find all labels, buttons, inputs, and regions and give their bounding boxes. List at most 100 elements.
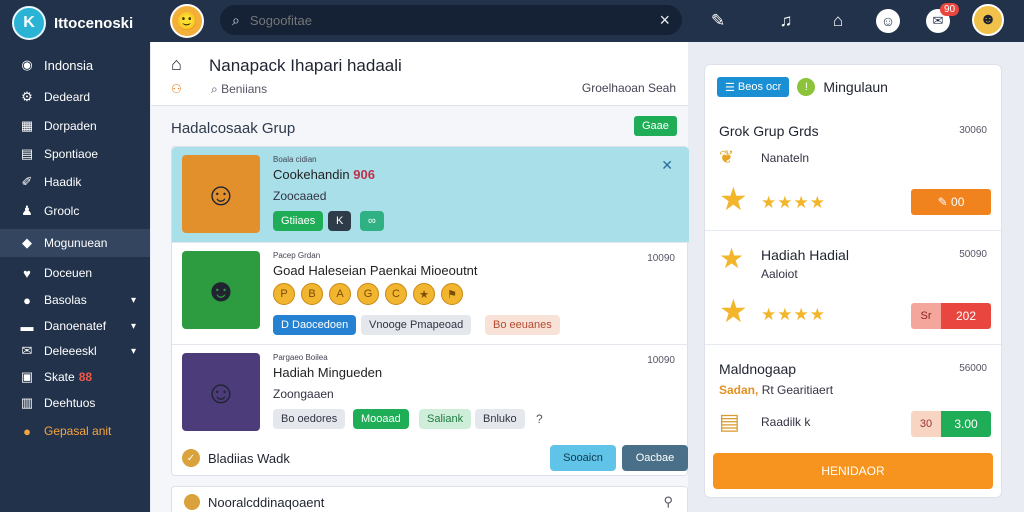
pin-icon: ✐ [21, 174, 33, 189]
rewards-chip-label: Beos ocr [737, 81, 782, 93]
sidebar-item-haadik[interactable]: ✐ Haadik [0, 169, 150, 195]
bottom-card[interactable]: Nooralcddinaqoaent ⚲ [171, 486, 688, 512]
sidebar-item-label: Deleeeskl [44, 344, 97, 358]
card-tag[interactable]: Bo eeuanes [485, 315, 560, 335]
user-icon: ♟ [21, 203, 33, 218]
smile-icon[interactable]: ☺ [876, 9, 900, 33]
sidebar-item-label: Dedeard [44, 90, 91, 104]
card-tag[interactable]: Bnluko [475, 409, 525, 429]
sidebar-item-label: Dorpaden [44, 119, 97, 133]
reward-title: Hadiah Hadial [761, 247, 849, 263]
card-tag[interactable]: K [328, 211, 352, 231]
card-list-footer: ✓ Bladiias Wadk Sooaicn Oacbae [182, 445, 688, 473]
profile-avatar[interactable]: 🙂 [170, 4, 204, 38]
rewards-panel: ☰ Beos ocr ! Mingulaun Grok Grup Grds 30… [704, 64, 1002, 498]
sidebar-item-dedeard[interactable]: ⚙ Dedeard [0, 84, 150, 110]
sidebar-item-deehtuos[interactable]: ▥ Deehtuos [0, 390, 150, 416]
sidebar-item-deleeeskl[interactable]: ✉ Deleeeskl ▾ [0, 338, 150, 364]
split-b[interactable]: 3.00 [941, 411, 991, 437]
section-action-button[interactable]: Gaae [634, 116, 677, 136]
reward-item[interactable]: Maldnogaap 56000 Sadan, Rt Gearitiaert ▤… [705, 347, 1001, 443]
reward-split-button[interactable]: 30 3.00 [911, 411, 991, 437]
sidebar-item-label: Basolas [44, 293, 87, 307]
sidebar-item-label: Doceuen [44, 266, 93, 280]
sidebar-item-label: Gepasal anit [44, 424, 112, 438]
bookmark-icon[interactable]: ⌂ [826, 9, 850, 33]
split-a[interactable]: 30 [911, 411, 941, 437]
user-avatar[interactable]: ☻ [972, 4, 1004, 36]
reward-small-body: Rt Gearitiaert [761, 383, 834, 397]
sidebar-item-spontiaoe[interactable]: ▤ Spontiaoe [0, 141, 150, 167]
card-number: 10090 [647, 253, 675, 264]
page-subtitle: ⌕ Beniians [211, 82, 268, 96]
star-rating: ★★★★ [761, 305, 826, 324]
home-icon[interactable]: ⌂ [171, 54, 182, 75]
coin-icon: C [385, 283, 407, 305]
group-card[interactable]: ☺ Pargaeo Boilea Hadiah Mingueden 10090 … [172, 345, 689, 441]
brand[interactable]: K Ittocenoski [12, 6, 133, 40]
reward-item[interactable]: Hadiah Hadial ★ 50090 Aaloiot ★ ★★★★ Sr … [705, 233, 1001, 345]
card-tag[interactable]: Mooaad [353, 409, 409, 429]
card-tag[interactable]: D Daocedoen [273, 315, 357, 335]
group-card[interactable]: ☺ Boala cidian Cookehandin 906 Zoocaaed … [172, 147, 689, 243]
game-icon: ◆ [22, 235, 32, 250]
sidebar-item-doceuen[interactable]: ♥ Doceuen [0, 260, 150, 286]
card-tag[interactable]: Vnooge Pmapeoad [361, 315, 472, 335]
rewards-chip[interactable]: ☰ Beos ocr [717, 77, 790, 97]
split-b[interactable]: 202 [941, 303, 991, 329]
help-icon[interactable]: ? [536, 412, 543, 426]
sidebar-item-gepasal-anit[interactable]: ● Gepasal anit [0, 418, 150, 444]
card-thumbnail: ☻ [182, 251, 260, 329]
sidebar-item-indonsia[interactable]: ◉ Indonsia [0, 52, 150, 78]
search-icon: ⌕ [232, 11, 240, 28]
section-title: Hadalcosaak Grup [171, 120, 296, 137]
sidebar-item-basolas[interactable]: ● Basolas ▾ [0, 287, 150, 313]
search-bar[interactable]: ⌕ × [220, 5, 682, 35]
star-icon: ★ [413, 283, 435, 305]
group-card[interactable]: ☻ Pacep Grdan Goad Haleseian Paenkai Mio… [172, 243, 689, 345]
primary-button[interactable]: Sooaicn [550, 445, 616, 471]
chest-icon: ▤ [719, 409, 740, 434]
sidebar-item-label: Deehtuos [44, 396, 96, 410]
card-subtitle: Zoocaaed [273, 189, 327, 203]
clear-search-icon[interactable]: × [659, 10, 670, 31]
sidebar-item-mogunuean[interactable]: ◆ Mogunuean [0, 229, 150, 257]
sidebar-item-label: Danoenatef [44, 319, 107, 333]
reward-button[interactable]: ✎ 00 [911, 189, 991, 215]
sidebar-item-label: Skate [44, 370, 75, 384]
flag-icon: ⚑ [441, 283, 463, 305]
reward-title: Grok Grup Grds [719, 123, 819, 139]
rewards-panel-header: ☰ Beos ocr ! Mingulaun [717, 77, 888, 97]
card-tag[interactable]: ∞ [360, 211, 384, 231]
sidebar-item-danoenatef[interactable]: ▬ Danoenatef ▾ [0, 313, 150, 339]
card-tag[interactable]: Bo oedores [273, 409, 346, 429]
reward-button-label: 00 [951, 195, 965, 209]
bottom-card-label: Nooralcddinaqoaent [208, 495, 325, 510]
card-thumbnail: ☺ [182, 155, 260, 233]
coin-icon: ✓ [182, 449, 200, 467]
sidebar-item-groolc[interactable]: ♟ Groolc [0, 198, 150, 224]
star-rating: ★★★★ [761, 193, 826, 212]
circle-icon: ● [23, 292, 31, 308]
reward-item[interactable]: Grok Grup Grds 30060 ❦ Nanateln ★ ★★★★ ✎… [705, 109, 1001, 231]
secondary-button[interactable]: Oacbae [622, 445, 688, 471]
sidebar-item-skate[interactable]: ▣ Skate 88 [0, 364, 150, 390]
bell-icon[interactable]: ♫ [774, 9, 798, 33]
card-tag[interactable]: Gtiiaes [273, 211, 324, 231]
close-icon[interactable]: ✕ [661, 157, 673, 174]
link-icon[interactable]: ⚲ [663, 494, 673, 510]
card-title-number: 906 [353, 167, 375, 182]
star-icon: ★ [719, 181, 748, 217]
star-icon: ★ [719, 243, 745, 274]
chevron-down-icon: ▾ [130, 294, 136, 306]
reward-number: 50090 [959, 249, 987, 260]
page-header: ⌂ Nanapack Ihapari hadaali ⚇ ⌕ Beniians … [151, 42, 688, 106]
search-input[interactable] [249, 12, 660, 28]
reward-split-button[interactable]: Sr 202 [911, 303, 991, 329]
split-a[interactable]: Sr [911, 303, 941, 329]
claim-button[interactable]: HENIDAOR [713, 453, 993, 489]
sidebar-item-dorpaden[interactable]: ▦ Dorpaden [0, 113, 150, 139]
grid-icon: ▦ [20, 118, 34, 133]
card-tag[interactable]: Saliank [419, 409, 472, 429]
pencil-icon[interactable]: ✎ [706, 9, 730, 33]
